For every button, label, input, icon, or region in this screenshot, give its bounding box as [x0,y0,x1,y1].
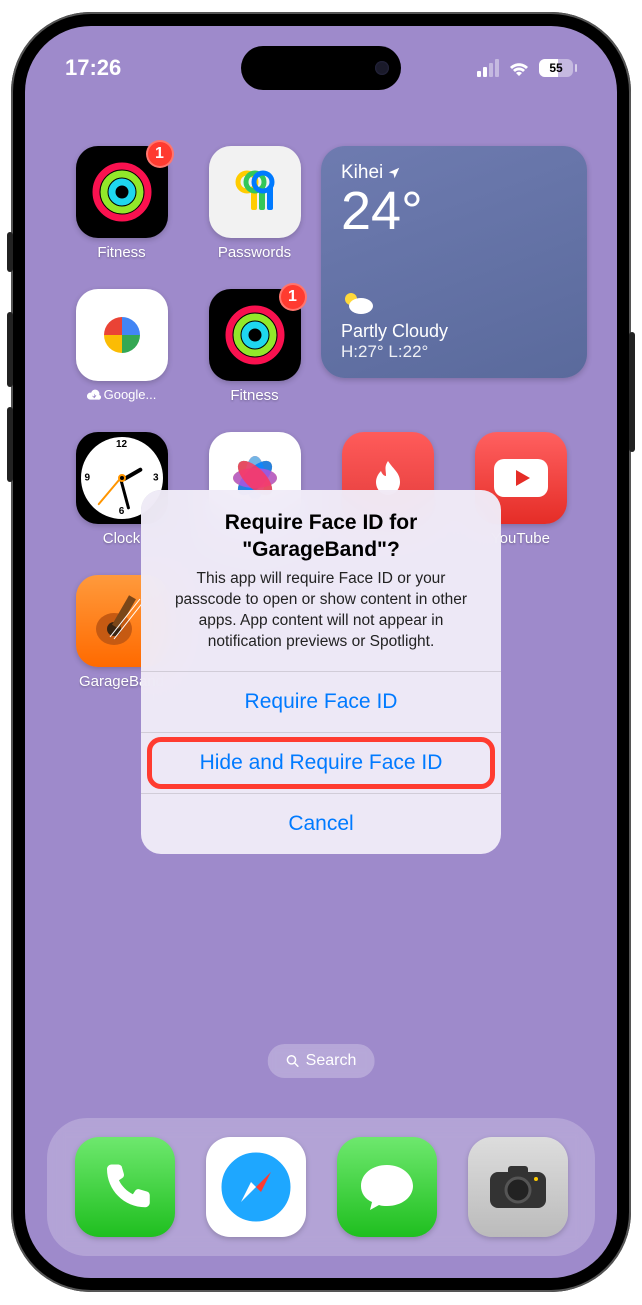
alert-message: This app will require Face ID or your pa… [163,569,479,653]
hide-require-label: Hide and Require Face ID [200,751,443,774]
alert-title: Require Face ID for "GarageBand"? [163,510,479,563]
alert-backdrop: Require Face ID for "GarageBand"? This a… [25,26,617,1278]
side-button-silence [7,232,13,272]
require-face-id-button[interactable]: Require Face ID [141,671,501,732]
screen: 17:26 55 [25,26,617,1278]
side-button-volume-down [7,407,13,482]
cancel-button[interactable]: Cancel [141,793,501,854]
hide-and-require-face-id-button[interactable]: Hide and Require Face ID [141,732,501,793]
side-button-volume-up [7,312,13,387]
face-id-alert: Require Face ID for "GarageBand"? This a… [141,490,501,853]
side-button-power [629,332,635,452]
phone-frame: 17:26 55 [11,12,631,1292]
